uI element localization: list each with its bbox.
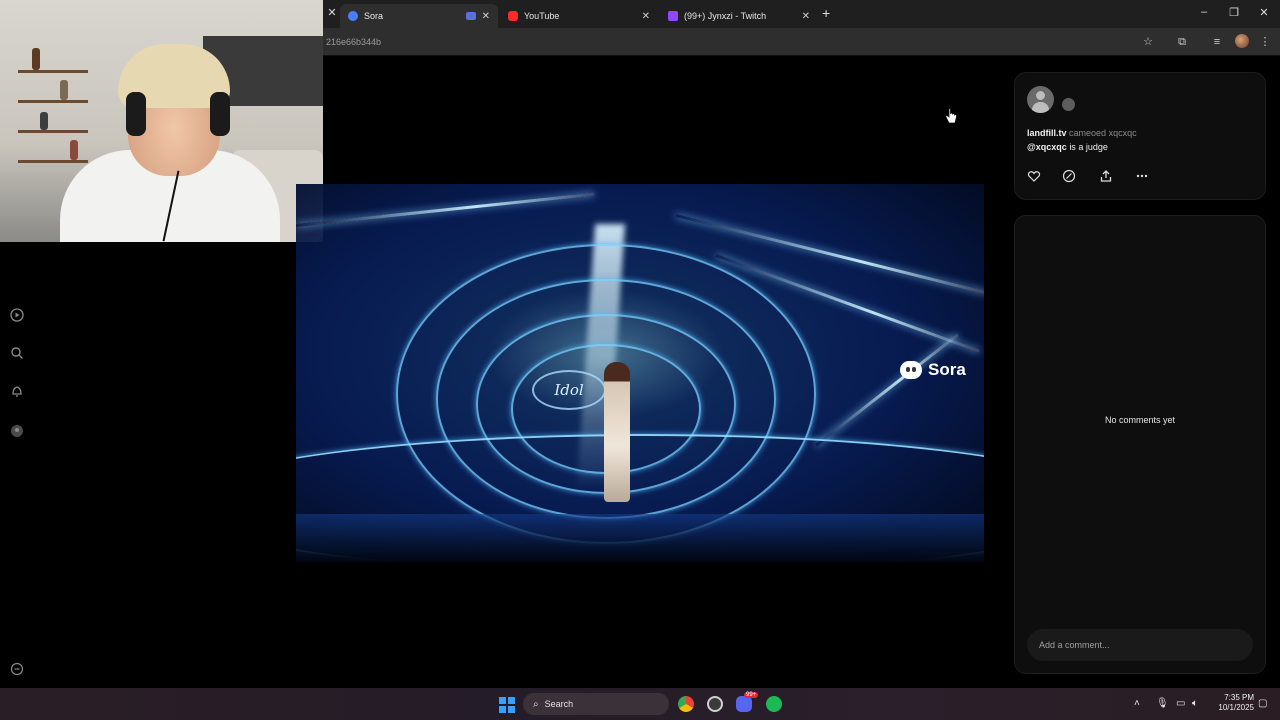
shelf-figure [60, 80, 68, 100]
taskbar-search-label: Search [544, 699, 574, 709]
sora-favicon-icon [348, 11, 358, 21]
chrome-app-icon[interactable] [678, 696, 694, 712]
url-field[interactable]: 216e66b344b [326, 37, 381, 47]
shelf-figure [32, 48, 40, 70]
browser-menu-icon[interactable]: ⋮ [1258, 35, 1272, 49]
hand-cursor-icon [945, 108, 957, 124]
restore-icon[interactable]: ❐ [1224, 6, 1244, 19]
video-player[interactable]: Idol Sora [296, 184, 984, 562]
twitch-favicon-icon [668, 11, 678, 21]
clock-time: 7:35 PM [1224, 693, 1254, 702]
headphone-left [126, 92, 146, 136]
sora-watermark: Sora [900, 360, 966, 380]
extensions-icon[interactable]: ⧉ [1175, 35, 1189, 49]
sora-logo-icon [900, 361, 922, 379]
comments-panel [1014, 215, 1266, 674]
share-icon[interactable] [1099, 169, 1113, 183]
microphone-icon[interactable]: 🎙︎ [1156, 698, 1169, 709]
no-comments-text: No comments yet [1104, 415, 1176, 425]
tab-sora[interactable]: Sora ✕ [340, 4, 498, 28]
spotify-app-icon[interactable] [766, 696, 782, 712]
close-icon[interactable]: ✕ [642, 11, 650, 22]
shelf-figure [40, 112, 48, 130]
sora-watermark-text: Sora [928, 360, 966, 379]
media-playing-icon [466, 12, 476, 20]
tab-label: (99+) Jynxzi - Twitch [684, 11, 767, 21]
close-icon[interactable]: ✕ [802, 11, 810, 22]
tab-youtube[interactable]: YouTube ✕ [500, 4, 658, 28]
youtube-favicon-icon [508, 11, 518, 21]
network-icon[interactable]: ▭ [1176, 698, 1185, 709]
tab-label: Sora [364, 11, 384, 21]
play-icon[interactable] [10, 308, 24, 322]
light-beam [815, 333, 959, 447]
shelf [18, 100, 88, 103]
cameo-user[interactable]: xqcxqc [1109, 128, 1137, 138]
singer-figure [604, 362, 630, 502]
search-icon[interactable] [10, 346, 24, 360]
media-control-icon[interactable]: ≡ [1210, 35, 1224, 49]
light-beam [296, 192, 595, 227]
tab-twitch[interactable]: (99+) Jynxzi - Twitch ✕ [660, 4, 818, 28]
browser-profile-avatar[interactable] [1235, 34, 1249, 48]
clock-date: 10/1/2025 [1218, 703, 1254, 712]
minimize-icon[interactable]: – [1194, 6, 1214, 18]
post-caption: @xqcxqc is a judge [1027, 142, 1108, 152]
discord-app-icon[interactable] [736, 696, 752, 712]
shelf [18, 160, 88, 163]
taskbar-search[interactable]: ⌕ Search [523, 693, 669, 715]
ellipsis-icon[interactable] [1135, 169, 1149, 183]
taskbar-clock[interactable]: 7:35 PM 10/1/2025 [1210, 693, 1254, 713]
window-close-icon[interactable]: ✕ [1254, 6, 1274, 19]
more-icon[interactable] [10, 662, 24, 676]
profile-icon[interactable] [10, 424, 24, 438]
caption-mention[interactable]: @xqcxqc [1027, 142, 1067, 152]
tab-close-icon-partial[interactable]: ✕ [322, 6, 342, 19]
shelf [18, 70, 88, 73]
notifications-icon[interactable]: ▢ [1258, 698, 1267, 709]
volume-icon[interactable]: 🔈︎ [1192, 698, 1198, 709]
cameo-avatar[interactable] [1062, 98, 1075, 111]
discord-badge: 99+ [744, 692, 759, 698]
cameo-line: landfill.tv cameoed xqcxqc [1027, 128, 1137, 138]
idol-logo: Idol [532, 370, 606, 410]
heart-icon[interactable] [1027, 169, 1041, 183]
shelf-figure [70, 140, 78, 160]
bell-icon[interactable] [10, 384, 24, 398]
shelf [18, 130, 88, 133]
headphone-right [210, 92, 230, 136]
webcam-overlay [0, 0, 323, 242]
new-tab-plus-icon[interactable]: + [822, 5, 830, 21]
cameo-verb: cameoed [1069, 128, 1107, 138]
caption-text: is a judge [1069, 142, 1108, 152]
screen: ✕ Sora ✕ YouTube ✕ (99+) Jynxzi - Twitch… [0, 0, 1280, 720]
author-name[interactable]: landfill.tv [1027, 128, 1067, 138]
bookmark-star-icon[interactable]: ☆ [1141, 35, 1155, 49]
author-avatar[interactable] [1027, 86, 1054, 113]
stage-floor [296, 514, 984, 562]
tab-label: YouTube [524, 11, 560, 21]
remix-icon[interactable] [1062, 169, 1076, 183]
obs-app-icon[interactable] [707, 696, 723, 712]
close-icon[interactable]: ✕ [482, 11, 490, 22]
search-icon: ⌕ [533, 698, 539, 710]
comment-input[interactable] [1027, 629, 1253, 661]
tray-chevron-icon[interactable]: ˄ [1134, 698, 1140, 709]
windows-start-icon[interactable] [499, 697, 515, 713]
